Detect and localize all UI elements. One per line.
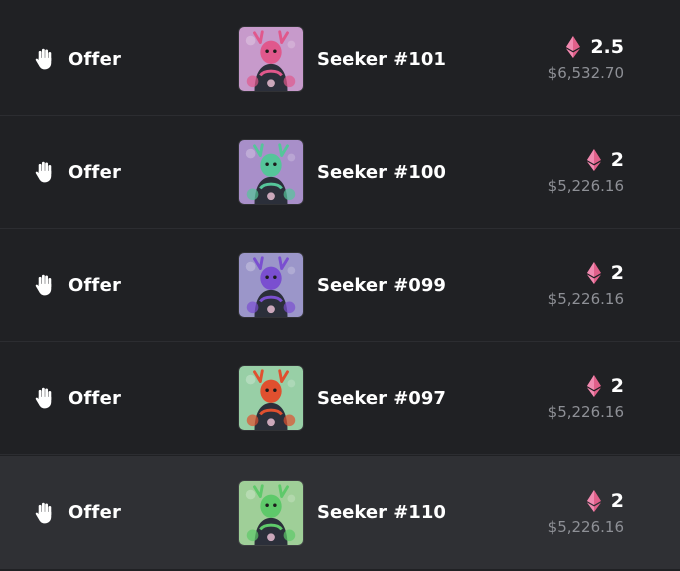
event-cell: Offer [32, 272, 121, 298]
eth-price: 2 [610, 262, 624, 284]
event-cell: Offer [32, 159, 121, 185]
usd-price: $5,226.16 [547, 517, 624, 536]
activity-row[interactable]: Offer Seeker #101 2.5 $6,532.70 [0, 3, 680, 116]
price-cell: 2 $5,226.16 [548, 149, 624, 195]
nft-thumbnail[interactable] [238, 26, 304, 92]
eth-price: 2 [610, 149, 624, 171]
nft-name[interactable]: Seeker #100 [317, 162, 446, 183]
event-label: Offer [68, 48, 122, 70]
event-label: Offer [68, 502, 122, 523]
nft-thumbnail[interactable] [238, 479, 304, 546]
nft-name[interactable]: Seeker #110 [317, 502, 446, 523]
ethereum-icon [586, 262, 601, 284]
activity-row[interactable]: Offer Seeker #100 2 $5,226.16 [0, 116, 680, 229]
event-label: Offer [68, 274, 122, 296]
nft-name[interactable]: Seeker #099 [317, 275, 446, 296]
nft-name[interactable]: Seeker #101 [317, 49, 446, 70]
event-cell: Offer [32, 46, 121, 72]
nft-thumbnail[interactable] [238, 139, 304, 205]
price-cell: 2.5 $6,532.70 [548, 36, 624, 82]
event-cell: Offer [32, 500, 121, 526]
activity-row[interactable]: Offer Seeker #099 2 $5,226.16 [0, 229, 680, 342]
hand-icon [32, 46, 58, 72]
price-cell: 2 $5,226.16 [548, 262, 624, 308]
price-cell: 2 $5,226.16 [547, 489, 624, 536]
ethereum-icon [586, 489, 601, 512]
eth-price: 2.5 [590, 36, 624, 58]
ethereum-icon [586, 149, 601, 171]
event-cell: Offer [32, 385, 121, 411]
activity-row[interactable]: Offer Seeker #110 2 $5,226.16 [0, 456, 680, 569]
eth-price: 2 [610, 489, 624, 512]
activity-row[interactable]: Offer Seeker #097 2 $5,226.16 [0, 342, 680, 455]
nft-name[interactable]: Seeker #097 [317, 388, 446, 409]
price-cell: 2 $5,226.16 [548, 375, 624, 421]
hand-icon [32, 385, 58, 411]
activity-list: Offer Seeker #101 2.5 $6,532.70 Offer Se… [0, 0, 680, 571]
hand-icon [32, 272, 58, 298]
usd-price: $5,226.16 [547, 403, 624, 421]
nft-thumbnail[interactable] [238, 365, 304, 431]
ethereum-icon [566, 36, 581, 58]
eth-price: 2 [610, 375, 624, 397]
usd-price: $6,532.70 [547, 64, 624, 82]
usd-price: $5,226.16 [547, 177, 624, 195]
event-label: Offer [68, 387, 122, 409]
hand-icon [32, 500, 58, 526]
hand-icon [32, 159, 58, 185]
event-label: Offer [68, 161, 122, 183]
nft-thumbnail[interactable] [238, 252, 304, 318]
usd-price: $5,226.16 [547, 290, 624, 308]
ethereum-icon [586, 375, 601, 397]
